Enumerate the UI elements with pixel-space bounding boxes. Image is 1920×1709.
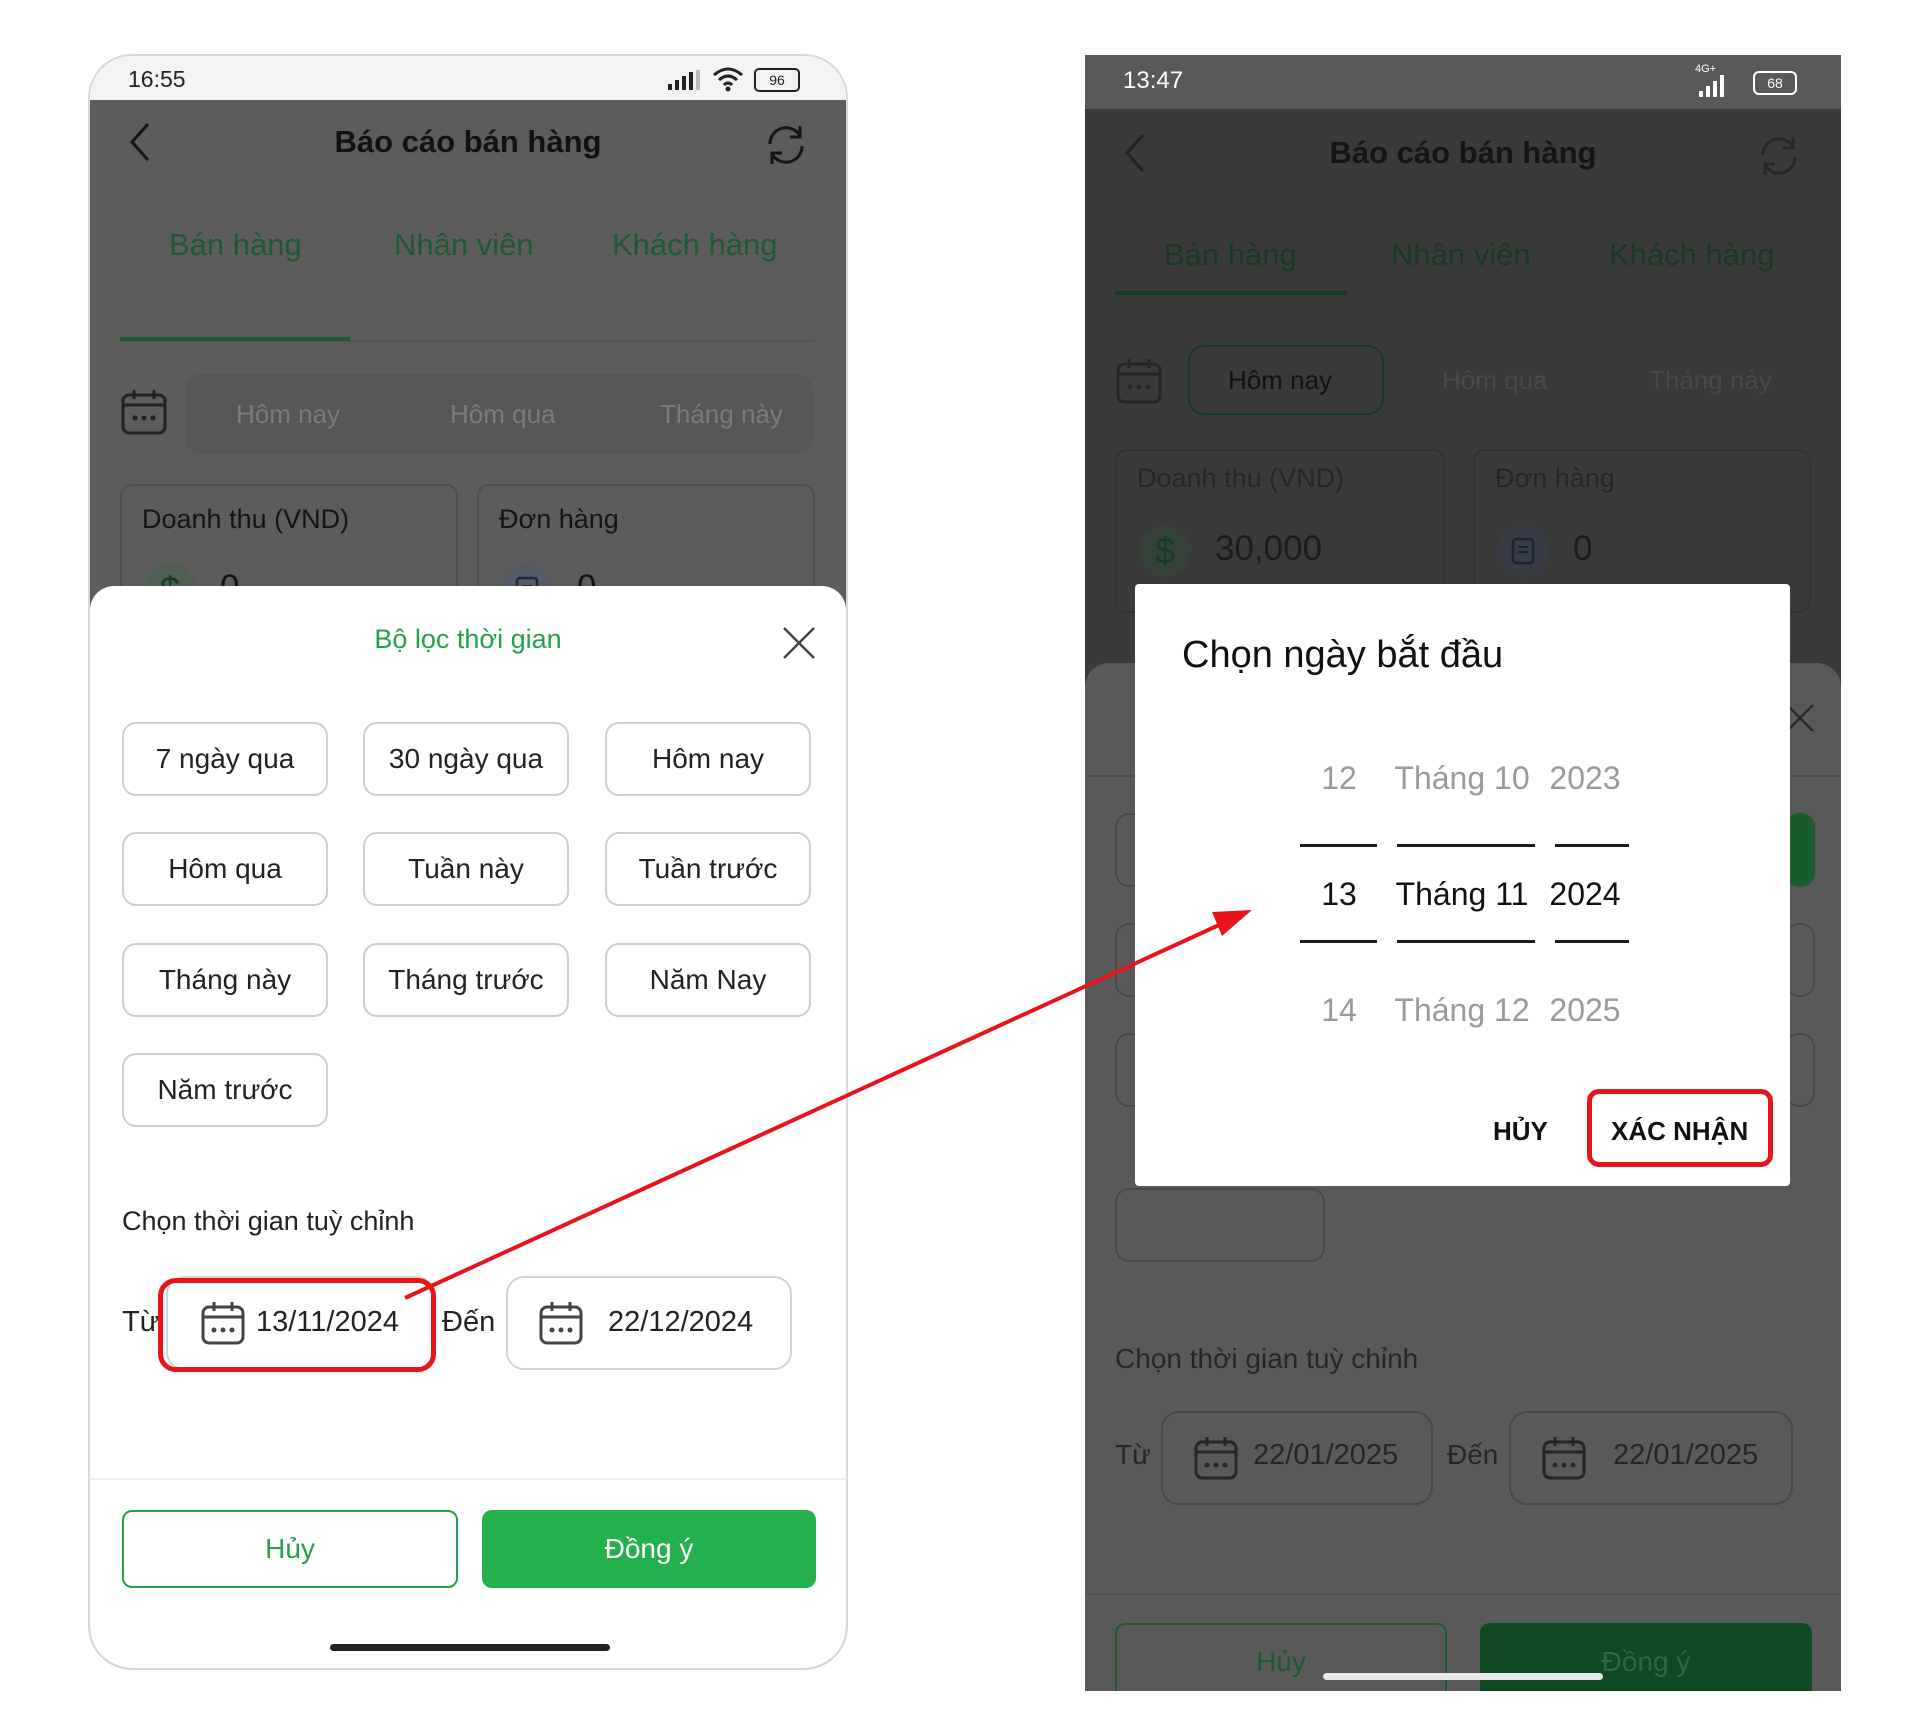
annotation-arrow xyxy=(404,910,1252,1300)
